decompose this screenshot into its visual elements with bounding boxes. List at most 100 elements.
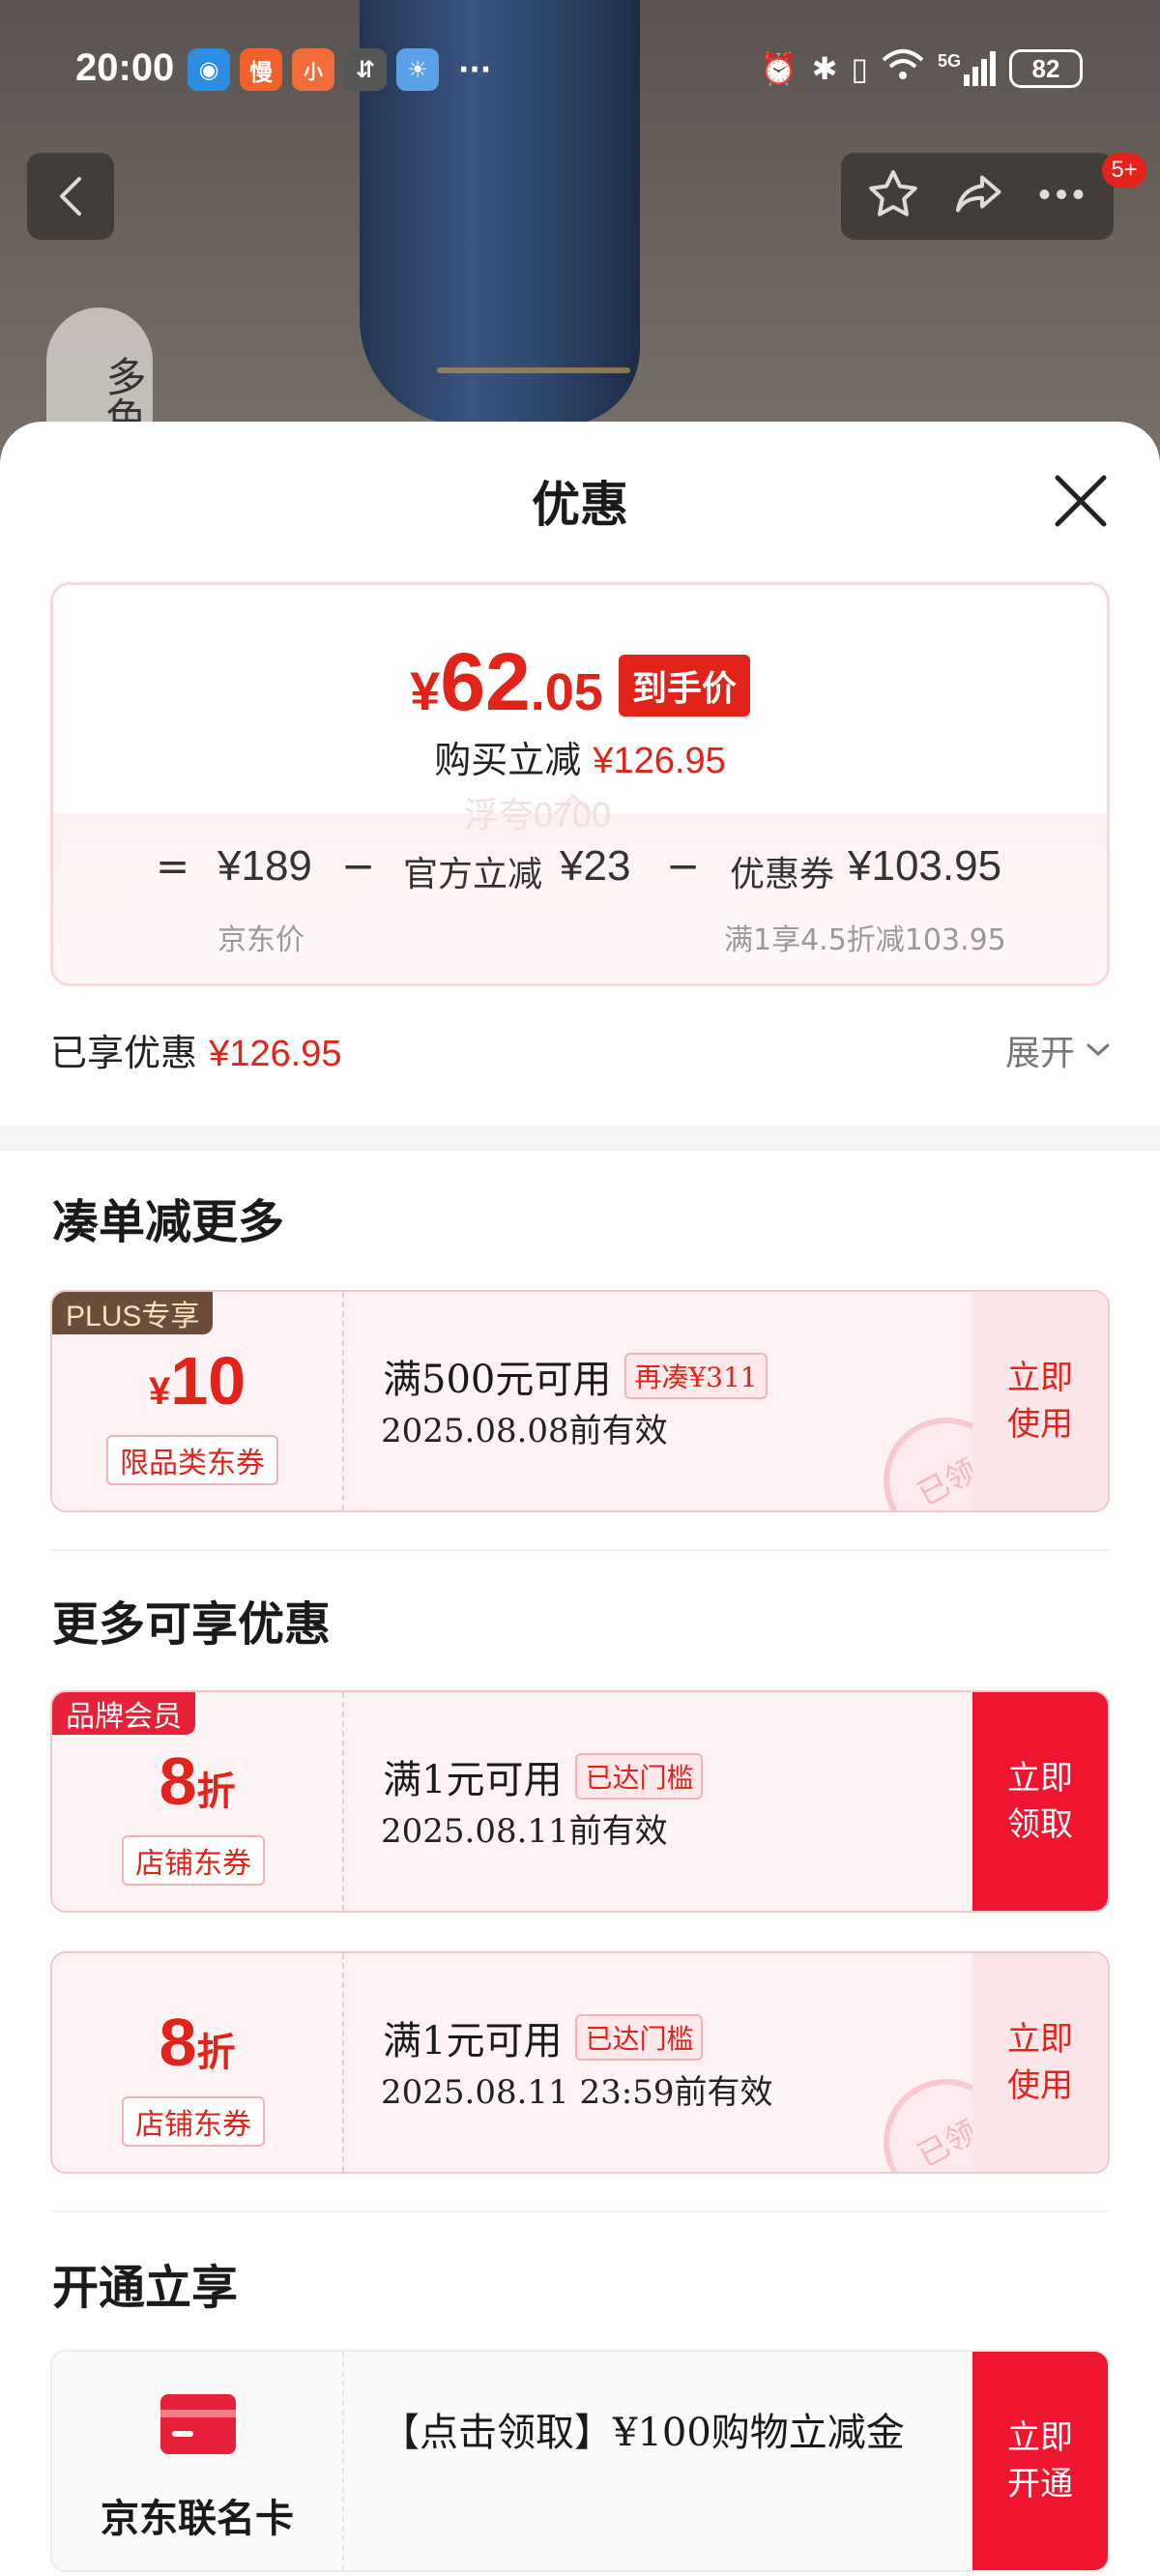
- enjoyed-discount: 已享优惠 ¥126.95: [50, 1023, 341, 1076]
- vibrate-icon: ▯: [851, 50, 868, 87]
- section-title-open: 开通立享: [52, 2261, 239, 2315]
- use-now-button[interactable]: 立即 使用: [972, 1953, 1108, 2172]
- favorite-button[interactable]: [864, 165, 922, 227]
- weather-app-icon: ☀: [396, 48, 439, 91]
- discount-sheet: 优惠 ¥ 62 .05 到手价 购买立减 ¥126.95 = ¥189 − 官方…: [0, 422, 1160, 2576]
- credit-card-icon: [160, 2394, 236, 2454]
- final-price-symbol: ¥: [410, 660, 441, 721]
- coupon-discount-unit: 折: [196, 1770, 236, 1814]
- final-price-decimal: .05: [530, 663, 603, 721]
- coupon-condition-tag: 已达门槛: [575, 1753, 704, 1800]
- share-button[interactable]: [948, 165, 1006, 227]
- alarm-icon: ⏰: [759, 50, 798, 87]
- coupon-condition-tag: 再凑¥311: [624, 1353, 768, 1399]
- final-price: ¥ 62 .05 到手价: [53, 635, 1107, 729]
- minus-sign: −: [341, 842, 376, 890]
- final-price-integer: 62: [440, 636, 531, 727]
- chevron-down-icon: [1087, 1043, 1110, 1057]
- buy-reduce-summary: 购买立减 ¥126.95: [53, 730, 1107, 783]
- coupon-expiry: 2025.08.11前有效: [381, 1812, 668, 1851]
- open-now-button[interactable]: 立即 开通: [972, 2352, 1108, 2570]
- coupon-condition: 满500元可用 再凑¥311: [383, 1348, 768, 1404]
- coupon-condition-text: 满1元可用: [383, 1758, 563, 1802]
- official-reduce-amount: ¥23: [560, 842, 631, 890]
- jd-price: ¥189: [218, 842, 312, 890]
- coupon-discount: 8: [159, 1743, 197, 1819]
- enjoyed-amount: ¥126.95: [209, 1034, 342, 1074]
- section-title-enjoy: 更多可享优惠: [52, 1597, 332, 1652]
- share-icon: [955, 175, 1001, 213]
- bluetooth-icon: ✱: [811, 50, 838, 87]
- status-time: 20:00: [75, 46, 175, 89]
- sheet-title: 优惠: [532, 476, 628, 533]
- close-icon: [1055, 475, 1107, 527]
- coupon-condition: 满1元可用 已达门槛: [383, 1748, 704, 1804]
- coupon-amount: 10: [170, 1343, 246, 1419]
- man-app-icon: 慢: [240, 48, 282, 91]
- divider: [50, 2210, 1110, 2212]
- official-reduce-label: 官方立减: [403, 855, 543, 894]
- coupon-condition-tag: 已达门槛: [575, 2014, 704, 2061]
- buy-reduce-amount: ¥126.95: [593, 741, 726, 781]
- close-button[interactable]: [1050, 470, 1112, 532]
- store-coupon-card: 8折 店铺东券 满1元可用 已达门槛 2025.08.11 23:59前有效 已…: [50, 1951, 1110, 2174]
- section-title-more: 凑单减更多: [52, 1195, 285, 1249]
- jd-co-branded-card-offer: 京东联名卡 【点击领取】¥100购物立减金 立即 开通: [50, 2350, 1110, 2572]
- more-notifications-icon: ···: [458, 52, 492, 87]
- plus-exclusive-tag: PLUS专享: [52, 1292, 214, 1334]
- wifi-icon: [882, 48, 924, 89]
- jeans-hem: [437, 367, 630, 373]
- coupon-expiry: 2025.08.08前有效: [381, 1412, 668, 1450]
- enjoyed-label: 已享优惠: [50, 1032, 198, 1074]
- coupon-amount: ¥103.95: [848, 842, 1002, 890]
- watermark-text: 浮夸0700: [464, 795, 612, 834]
- network-type-label: 5G: [937, 51, 961, 71]
- section-divider: [0, 1126, 1160, 1151]
- price-formula: = ¥189 − 官方立减 ¥23 − 优惠券 ¥103.95 京东价 满1享4…: [53, 813, 1107, 983]
- more-dots-icon: [1039, 190, 1084, 199]
- coupon-expiry: 2025.08.11 23:59前有效: [381, 2073, 773, 2112]
- expand-label: 展开: [1004, 1034, 1075, 1073]
- coupon-scope: 限品类东券: [106, 1435, 278, 1485]
- card-offer-description: 【点击领取】¥100购物立减金: [381, 2411, 905, 2455]
- coupon-discount-unit: 折: [196, 2031, 236, 2075]
- jd-price-label: 京东价: [218, 923, 304, 957]
- chevron-left-icon: [60, 177, 81, 216]
- status-bar: 20:00 ◉ 慢 小 ⇵ ☀ ··· ⏰ ✱ ▯ 5G 82: [0, 39, 1160, 106]
- coupon-value: 8折: [52, 2004, 342, 2081]
- coupon-currency: ¥: [148, 1370, 171, 1413]
- coupon-condition-text: 满1元可用: [383, 2019, 563, 2064]
- equals-sign: =: [156, 842, 190, 890]
- sync-app-icon: ⇵: [344, 48, 387, 91]
- coupon-label: 优惠券: [730, 855, 835, 894]
- coupon-scope: 店铺东券: [122, 1835, 265, 1886]
- card-name: 京东联名卡: [101, 2496, 294, 2541]
- more-button[interactable]: [1032, 165, 1090, 227]
- expand-button[interactable]: 展开: [1005, 1025, 1112, 1075]
- claim-now-button[interactable]: 立即 领取: [972, 1692, 1108, 1911]
- system-icons: ⏰ ✱ ▯ 5G 82: [760, 48, 1083, 89]
- divider: [50, 1549, 1110, 1551]
- coupon-value: 8折: [52, 1742, 342, 1820]
- product-actions: [841, 153, 1114, 240]
- xiaohongshu-icon: 小: [292, 48, 334, 91]
- coupon-note: 满1享4.5折减103.95: [724, 923, 1006, 957]
- battery-indicator: 82: [1009, 49, 1083, 88]
- star-icon: [868, 170, 917, 217]
- plus-coupon-card: PLUS专享 ¥10 限品类东券 满500元可用 再凑¥311 2025.08.…: [50, 1290, 1110, 1512]
- message-count-badge: 5+: [1102, 153, 1146, 188]
- signal-icon: 5G: [938, 51, 996, 86]
- coupon-discount: 8: [159, 2005, 197, 2080]
- minus-sign: −: [666, 842, 701, 890]
- mobile-app-icon: ◉: [188, 48, 230, 91]
- coupon-condition-text: 满500元可用: [383, 1358, 612, 1402]
- use-now-button[interactable]: 立即 使用: [972, 1292, 1108, 1510]
- coupon-condition: 满1元可用 已达门槛: [383, 2009, 704, 2065]
- brand-member-coupon-card: 品牌会员 8折 店铺东券 满1元可用 已达门槛 2025.08.11前有效 立即…: [50, 1690, 1110, 1913]
- price-breakdown-card: ¥ 62 .05 到手价 购买立减 ¥126.95 = ¥189 − 官方立减 …: [50, 582, 1110, 986]
- brand-member-tag: 品牌会员: [52, 1692, 195, 1735]
- back-button[interactable]: [27, 153, 114, 240]
- notification-app-icons: ◉ 慢 小 ⇵ ☀ ···: [188, 48, 491, 91]
- buy-reduce-label: 购买立减: [434, 739, 582, 781]
- coupon-scope: 店铺东券: [122, 2096, 265, 2147]
